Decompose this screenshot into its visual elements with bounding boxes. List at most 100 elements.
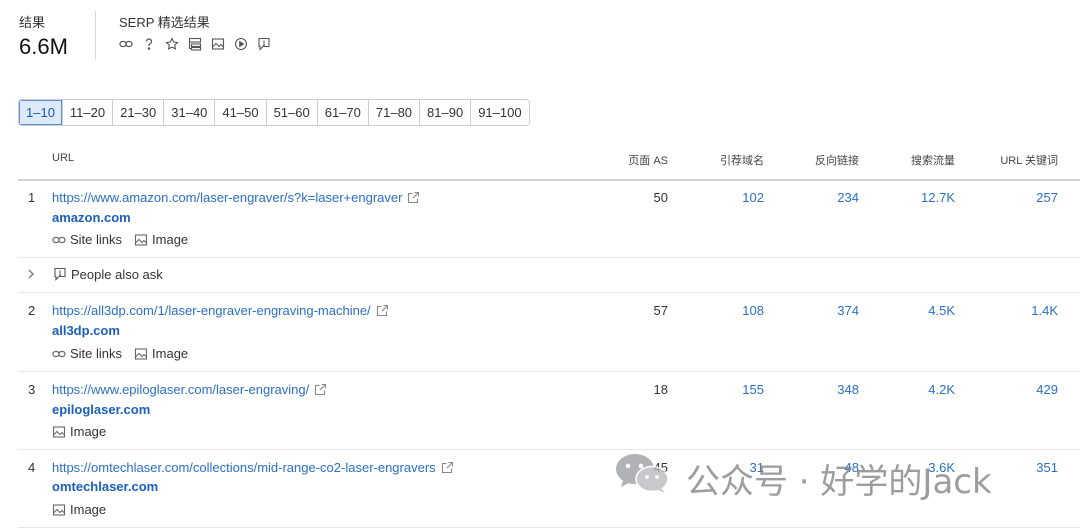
traffic-value[interactable]: 4.2K <box>928 382 955 397</box>
image-icon <box>52 503 66 516</box>
row-rank: 3 <box>28 382 36 397</box>
star-icon[interactable] <box>165 37 179 51</box>
result-url-text[interactable]: https://all3dp.com/1/laser-engraver-engr… <box>52 303 371 318</box>
page-21-30[interactable]: 21–30 <box>113 100 165 125</box>
image-icon <box>134 233 148 246</box>
feature-image: Image <box>52 424 106 439</box>
pagination: 1–10 11–20 21–30 31–40 41–50 51–60 61–70… <box>18 99 530 126</box>
ref-domains-value[interactable]: 31 <box>750 460 764 475</box>
result-url[interactable]: https://www.amazon.com/laser-engraver/s?… <box>52 190 420 205</box>
result-features: Image <box>52 424 106 439</box>
backlinks-value[interactable]: 348 <box>837 382 859 397</box>
result-url[interactable]: https://omtechlaser.com/collections/mid-… <box>52 460 454 475</box>
comment-icon <box>54 267 66 281</box>
video-icon[interactable] <box>234 37 248 51</box>
serp-features-icons <box>119 37 271 51</box>
row-rank: 1 <box>28 190 36 205</box>
result-domain[interactable]: amazon.com <box>52 210 131 225</box>
table-row: 1 https://www.amazon.com/laser-engraver/… <box>0 180 1080 257</box>
result-url-text[interactable]: https://www.amazon.com/laser-engraver/s?… <box>52 190 402 205</box>
page-as-value: 57 <box>653 303 668 318</box>
feature-label: Site links <box>70 232 123 247</box>
external-link-icon[interactable] <box>376 304 389 317</box>
page-41-50[interactable]: 41–50 <box>215 100 267 125</box>
feature-site-links: Site links <box>52 346 122 361</box>
column-page-as[interactable]: 页面 AS <box>628 152 668 168</box>
row-rank: 2 <box>28 303 36 318</box>
serp-features-label: SERP 精选结果 <box>119 15 210 30</box>
column-url-keywords[interactable]: URL 关键词 <box>1000 152 1058 168</box>
backlinks-value[interactable]: 48 <box>845 460 859 475</box>
table-header: URL 页面 AS 引荐域名 反向链接 搜索流量 URL 关键词 <box>0 152 1080 176</box>
table-row: 2 https://all3dp.com/1/laser-engraver-en… <box>0 293 1080 370</box>
ref-domains-value[interactable]: 108 <box>742 303 764 318</box>
question-icon[interactable] <box>142 37 156 51</box>
page-31-40[interactable]: 31–40 <box>164 100 216 125</box>
feature-image: Image <box>52 502 106 517</box>
feature-label: Image <box>70 502 107 517</box>
table-row: 3 https://www.epiloglaser.com/laser-engr… <box>0 372 1080 449</box>
backlinks-value[interactable]: 234 <box>837 190 859 205</box>
page-as-value: 50 <box>653 190 668 205</box>
result-features: Image <box>52 502 106 517</box>
feature-image: Image <box>134 346 188 361</box>
image-icon <box>52 425 66 438</box>
column-url[interactable]: URL <box>52 152 74 164</box>
result-features: Site links Image <box>52 346 188 361</box>
external-link-icon[interactable] <box>441 461 454 474</box>
page-1-10[interactable]: 1–10 <box>19 100 63 125</box>
url-keywords-value[interactable]: 257 <box>1036 190 1058 205</box>
result-domain[interactable]: all3dp.com <box>52 323 120 338</box>
page-71-80[interactable]: 71–80 <box>368 100 421 125</box>
url-keywords-value[interactable]: 1.4K <box>1031 303 1058 318</box>
link-icon[interactable] <box>119 37 133 51</box>
sitelinks-icon[interactable] <box>188 37 202 51</box>
url-keywords-value[interactable]: 429 <box>1036 382 1058 397</box>
image-icon[interactable] <box>211 37 225 51</box>
people-also-ask-row[interactable]: People also ask <box>0 258 1080 292</box>
row-divider <box>18 527 1080 528</box>
comment-icon[interactable] <box>257 37 271 51</box>
feature-label: Image <box>152 232 189 247</box>
ref-domains-value[interactable]: 102 <box>742 190 764 205</box>
feature-label: Site links <box>70 346 123 361</box>
page-61-70[interactable]: 61–70 <box>317 100 369 125</box>
result-url-text[interactable]: https://www.epiloglaser.com/laser-engrav… <box>52 382 309 397</box>
chevron-right-icon[interactable] <box>26 267 36 281</box>
page-91-100[interactable]: 91–100 <box>471 100 529 125</box>
url-keywords-value[interactable]: 351 <box>1036 460 1058 475</box>
backlinks-value[interactable]: 374 <box>837 303 859 318</box>
result-features: Site links Image <box>52 232 188 247</box>
row-rank: 4 <box>28 460 36 475</box>
external-link-icon[interactable] <box>407 191 420 204</box>
result-url[interactable]: https://all3dp.com/1/laser-engraver-engr… <box>52 303 389 318</box>
link-icon <box>52 236 66 243</box>
result-url-text[interactable]: https://omtechlaser.com/collections/mid-… <box>52 460 436 475</box>
column-traffic[interactable]: 搜索流量 <box>911 152 955 168</box>
feature-image: Image <box>134 232 188 247</box>
feature-label: Image <box>152 346 189 361</box>
result-url[interactable]: https://www.epiloglaser.com/laser-engrav… <box>52 382 327 397</box>
traffic-value[interactable]: 4.5K <box>928 303 955 318</box>
results-count: 6.6M <box>19 34 68 59</box>
page-as-value: 18 <box>653 382 668 397</box>
traffic-value[interactable]: 3.6K <box>928 460 955 475</box>
ref-domains-value[interactable]: 155 <box>742 382 764 397</box>
table-row: 4 https://omtechlaser.com/collections/mi… <box>0 450 1080 527</box>
page-11-20[interactable]: 11–20 <box>62 100 114 125</box>
image-icon <box>134 347 148 360</box>
external-link-icon[interactable] <box>314 383 327 396</box>
feature-label: Image <box>70 424 107 439</box>
feature-site-links: Site links <box>52 232 122 247</box>
column-backlinks[interactable]: 反向链接 <box>815 152 859 168</box>
traffic-value[interactable]: 12.7K <box>921 190 955 205</box>
summary-divider <box>95 11 96 60</box>
link-icon <box>52 350 66 357</box>
page-81-90[interactable]: 81–90 <box>420 100 472 125</box>
result-domain[interactable]: epiloglaser.com <box>52 402 150 417</box>
results-label: 结果 <box>19 15 46 30</box>
page-51-60[interactable]: 51–60 <box>266 100 318 125</box>
column-ref-domains[interactable]: 引荐域名 <box>720 152 764 168</box>
page-as-value: 45 <box>653 460 668 475</box>
result-domain[interactable]: omtechlaser.com <box>52 479 158 494</box>
